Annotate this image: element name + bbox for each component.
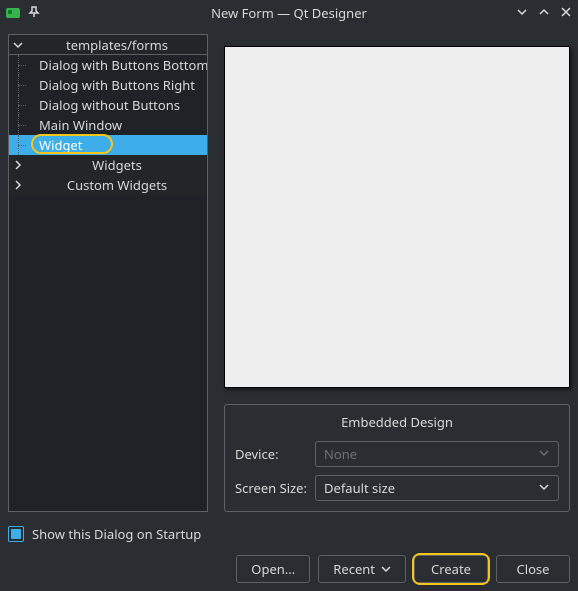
window-title: New Form — Qt Designer — [0, 4, 578, 22]
form-preview — [224, 46, 570, 388]
create-button[interactable]: Create — [414, 555, 488, 583]
tree-root-label: templates/forms — [27, 36, 207, 54]
tree-item[interactable]: Dialog without Buttons — [9, 95, 207, 115]
device-label: Device: — [235, 445, 315, 463]
tree-item[interactable]: Dialog with Buttons Right — [9, 75, 207, 95]
pin-icon[interactable] — [28, 4, 40, 22]
chevron-right-icon — [9, 160, 27, 170]
tree-item[interactable]: Main Window — [9, 115, 207, 135]
tree-root-templates[interactable]: templates/forms — [9, 35, 207, 55]
app-icon — [6, 8, 20, 18]
check-icon — [11, 529, 21, 539]
embedded-design-title: Embedded Design — [235, 413, 559, 431]
embedded-design-group: Embedded Design Device: None Screen Size… — [224, 404, 570, 512]
open-button[interactable]: Open... — [236, 555, 310, 583]
maximize-icon[interactable] — [538, 4, 550, 22]
tree-item[interactable]: Dialog with Buttons Bottom — [9, 55, 207, 75]
chevron-down-icon — [9, 40, 27, 50]
titlebar: New Form — Qt Designer — [0, 0, 578, 26]
close-button[interactable]: Close — [496, 555, 570, 583]
chevron-right-icon — [9, 180, 27, 190]
tree-category-custom-widgets[interactable]: Custom Widgets — [9, 175, 207, 195]
screen-size-label: Screen Size: — [235, 479, 315, 497]
chevron-down-icon — [538, 445, 550, 463]
tree-item-widget[interactable]: Widget — [9, 135, 207, 155]
tree-category-widgets[interactable]: Widgets — [9, 155, 207, 175]
template-tree[interactable]: templates/forms Dialog with Buttons Bott… — [8, 34, 208, 512]
close-icon[interactable] — [560, 4, 572, 22]
minimize-icon[interactable] — [516, 4, 528, 22]
chevron-down-icon — [381, 560, 391, 578]
device-combo: None — [315, 441, 559, 467]
screen-size-combo[interactable]: Default size — [315, 475, 559, 501]
show-on-startup-label: Show this Dialog on Startup — [32, 525, 201, 543]
recent-button[interactable]: Recent — [318, 555, 406, 583]
show-on-startup-checkbox[interactable] — [8, 526, 24, 542]
chevron-down-icon — [538, 479, 550, 497]
